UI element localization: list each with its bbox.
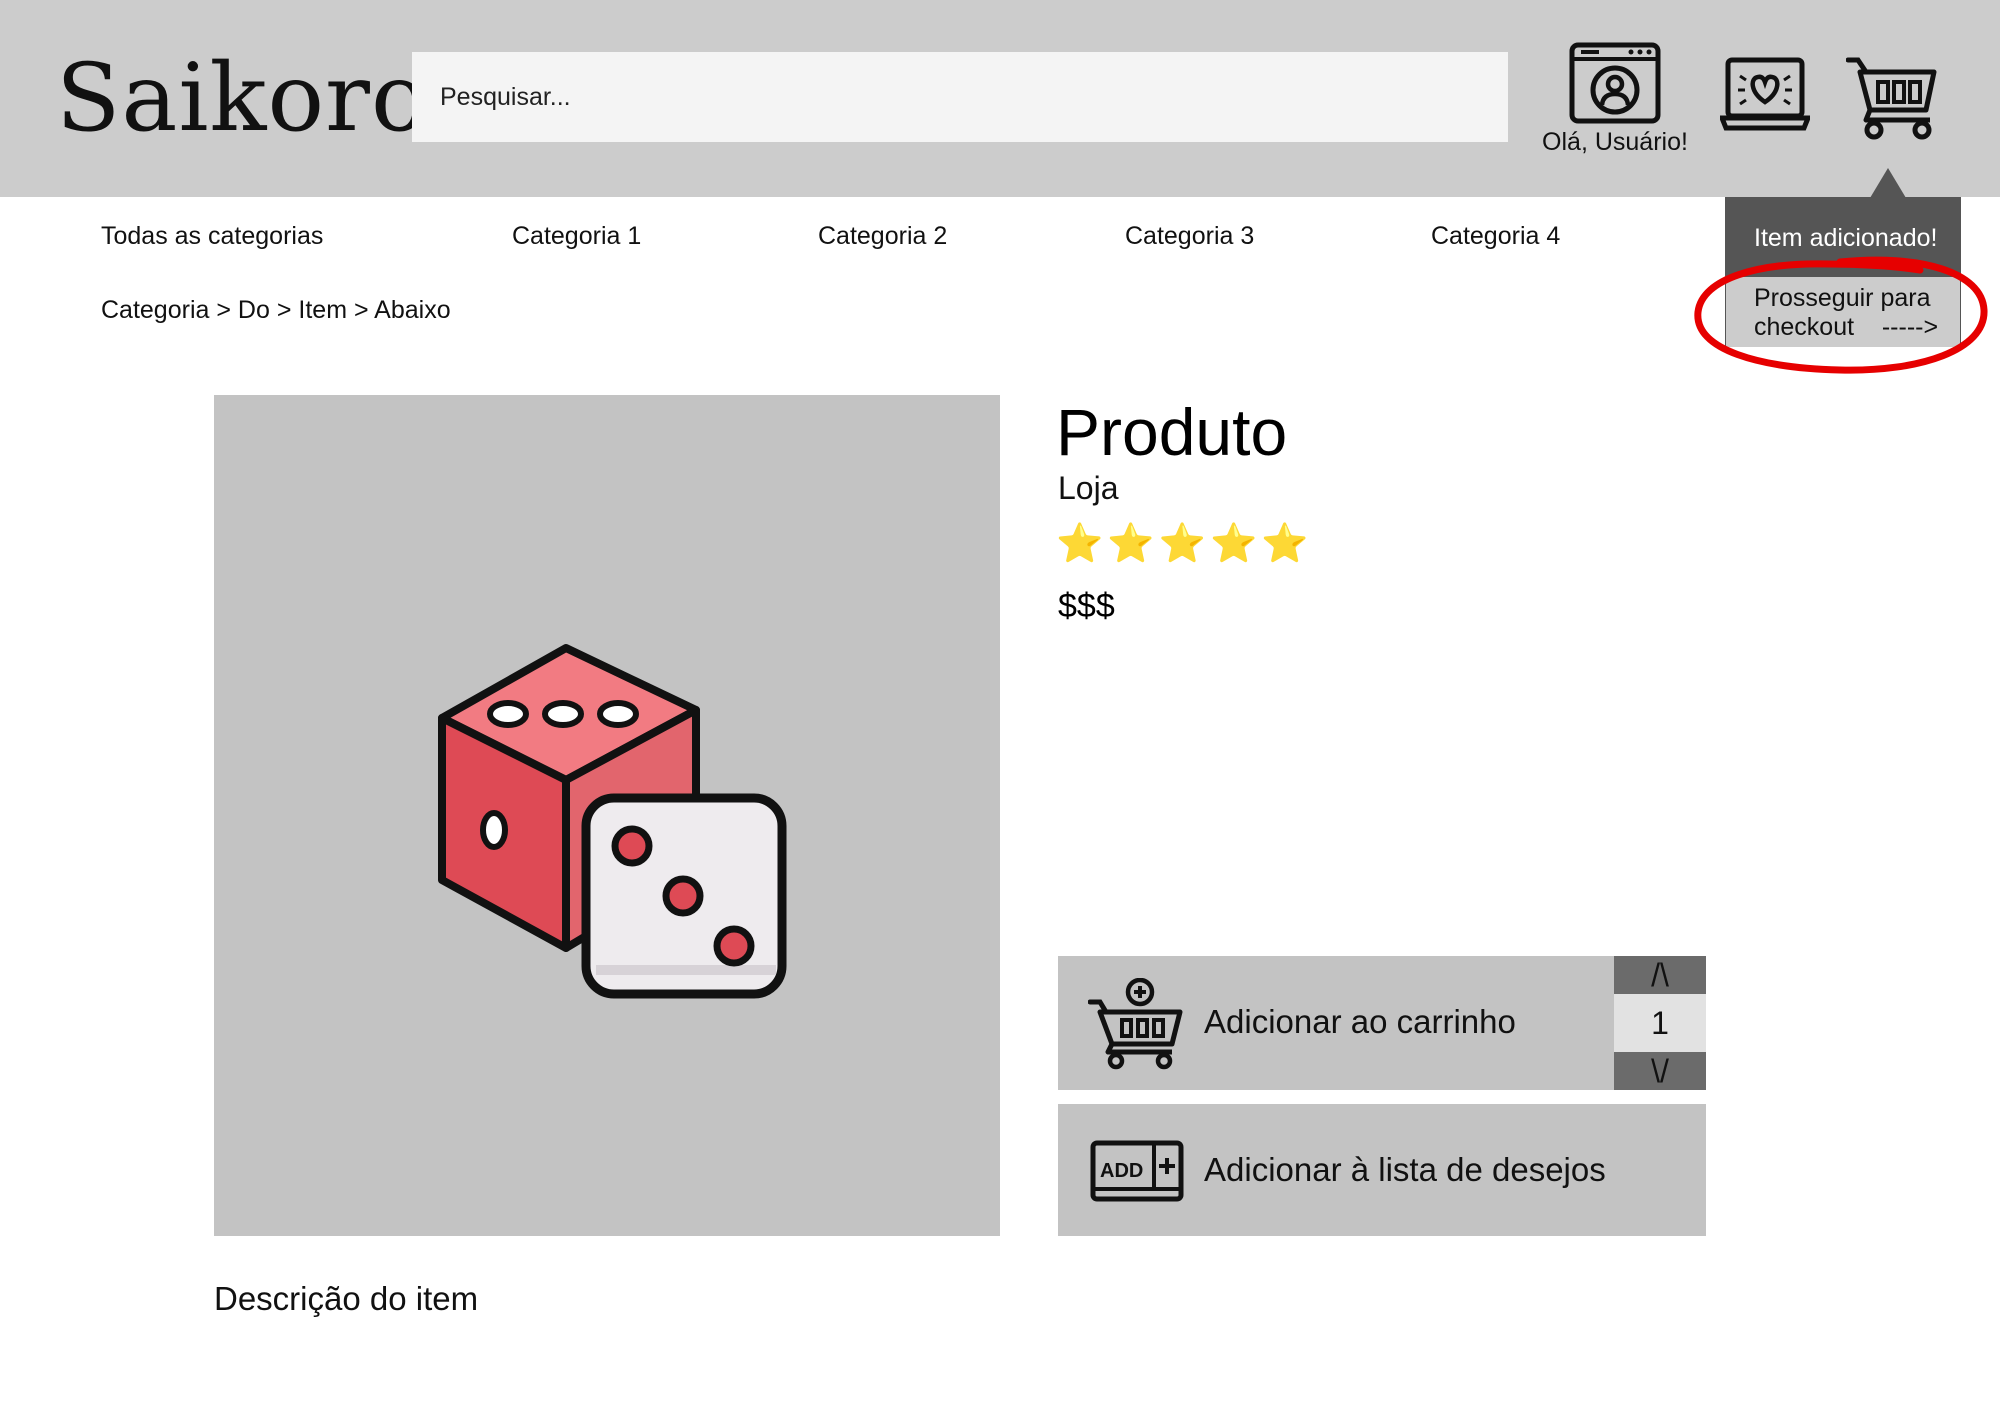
star-rating: ⭐⭐⭐⭐⭐	[1056, 523, 1313, 565]
popup-pointer	[1870, 168, 1906, 198]
add-to-wishlist-label: Adicionar à lista de desejos	[1204, 1151, 1606, 1188]
site-logo[interactable]: Saikoro	[56, 46, 429, 152]
nav-category-2[interactable]: Categoria 2	[818, 222, 947, 251]
nav-category-1[interactable]: Categoria 1	[512, 222, 641, 251]
breadcrumb-item[interactable]: Abaixo	[374, 296, 450, 324]
quantity-value[interactable]: 1	[1614, 994, 1706, 1052]
breadcrumb-separator: >	[276, 296, 292, 324]
breadcrumb-separator: >	[216, 296, 231, 324]
search-input[interactable]	[412, 52, 1508, 142]
breadcrumb: Categoria > Do > Item > Abaixo	[101, 296, 451, 325]
add-to-wishlist-icon: ADD	[1090, 1140, 1184, 1202]
breadcrumb-item[interactable]: Do	[238, 296, 270, 324]
add-to-cart-label: Adicionar ao carrinho	[1204, 1003, 1516, 1040]
quantity-increment-button[interactable]: /\	[1614, 956, 1706, 994]
user-account-icon[interactable]	[1569, 42, 1661, 124]
breadcrumb-separator: >	[353, 296, 369, 324]
add-to-cart-icon	[1088, 978, 1183, 1070]
breadcrumb-item[interactable]: Item	[298, 296, 347, 324]
popup-title: Item adicionado!	[1754, 224, 1938, 252]
breadcrumb-item[interactable]: Categoria	[101, 296, 209, 324]
svg-text:ADD: ADD	[1100, 1160, 1143, 1182]
nav-category-4[interactable]: Categoria 4	[1431, 222, 1560, 251]
nav-category-3[interactable]: Categoria 3	[1125, 222, 1254, 251]
quantity-decrement-button[interactable]: \/	[1614, 1052, 1706, 1090]
store-name[interactable]: Loja	[1058, 470, 1119, 507]
nav-all-categories[interactable]: Todas as categorias	[101, 222, 323, 251]
cart-icon[interactable]	[1846, 54, 1938, 140]
user-greeting[interactable]: Olá, Usuário!	[1530, 128, 1700, 157]
product-price: $$$	[1058, 587, 1115, 625]
product-title: Produto	[1056, 395, 1288, 469]
highlight-circle	[1694, 256, 1988, 374]
dice-icon	[438, 644, 787, 999]
item-description: Descrição do item	[214, 1280, 479, 1317]
wishlist-heart-icon[interactable]	[1720, 56, 1810, 134]
